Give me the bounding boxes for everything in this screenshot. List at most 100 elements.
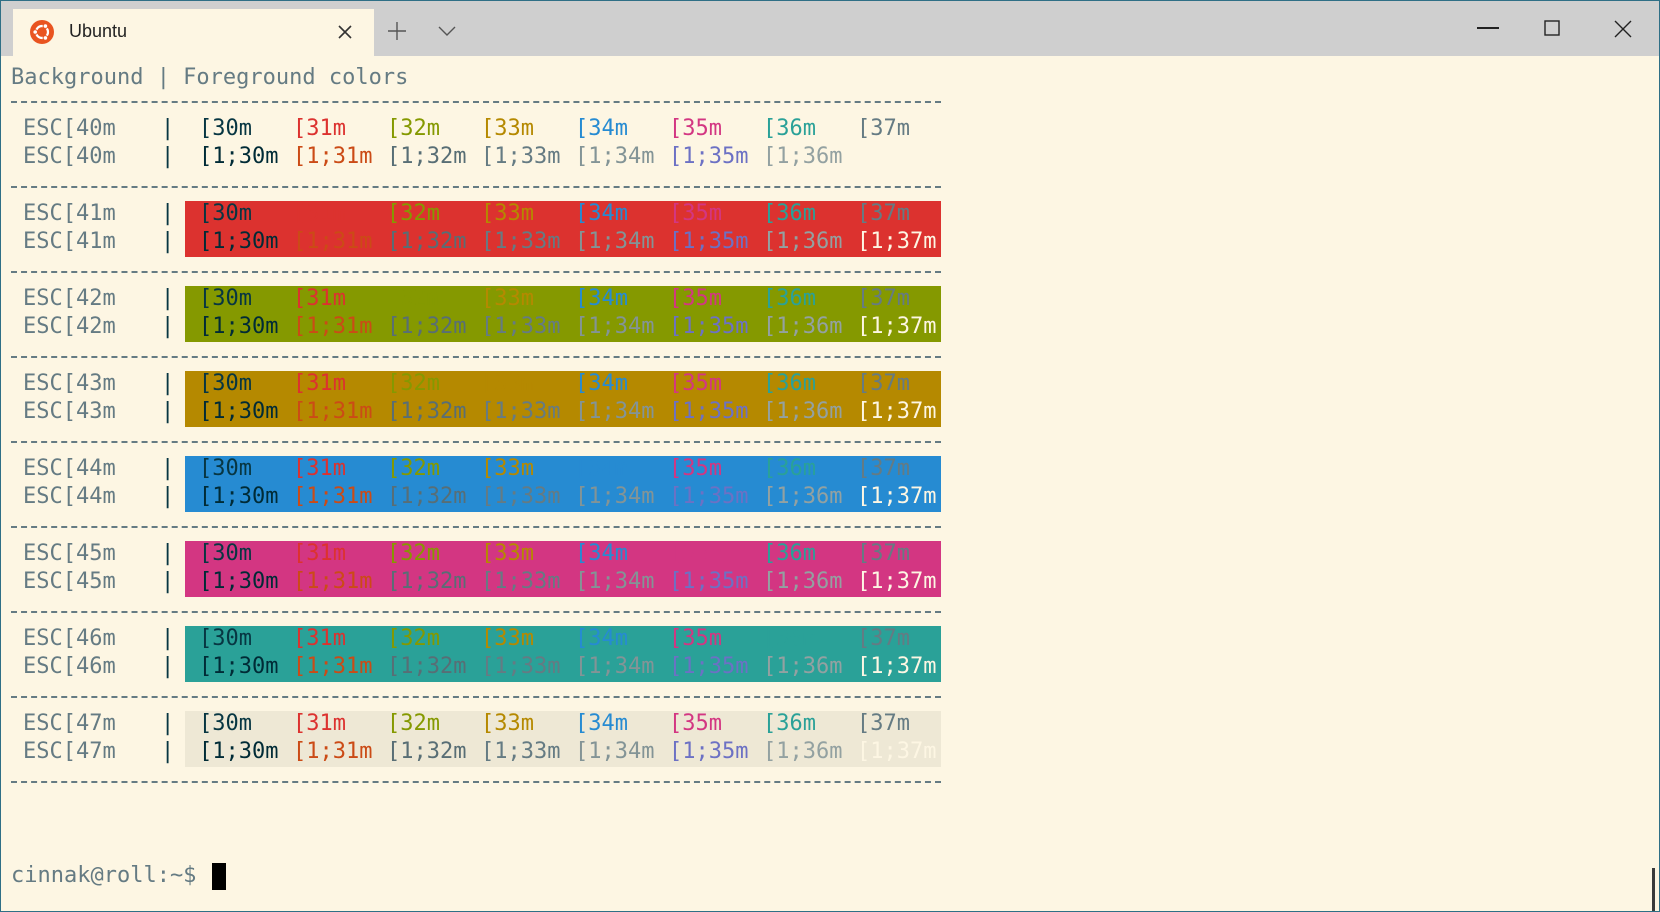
- separator-line: [11, 441, 941, 443]
- color-sample: [35m: [669, 626, 722, 651]
- color-sample: [1;30m: [199, 484, 279, 509]
- color-sample: [33m: [481, 626, 534, 651]
- color-sample: [37m: [857, 626, 910, 651]
- color-sample: [1;31m: [293, 399, 373, 424]
- color-sample: [1;30m: [199, 314, 279, 339]
- color-sample: [1;31m: [293, 229, 373, 254]
- scrollbar[interactable]: [1652, 868, 1655, 911]
- color-sample: [30m: [199, 286, 252, 311]
- color-sample: [1;33m: [481, 144, 561, 169]
- color-sample: [30m: [199, 711, 252, 736]
- color-sample: [1;36m: [763, 399, 843, 424]
- color-sample: [1;36m: [763, 484, 843, 509]
- text-cursor: [212, 863, 226, 890]
- color-sample: [34m: [575, 286, 628, 311]
- color-sample: [1;31m: [293, 144, 373, 169]
- maximize-icon[interactable]: [1544, 20, 1560, 36]
- color-sample: [37m: [857, 541, 910, 566]
- row-label: ESC[46m: [23, 654, 116, 679]
- color-sample: [32m: [387, 286, 440, 311]
- color-sample: [31m: [293, 456, 346, 481]
- color-sample: [1;35m: [669, 229, 749, 254]
- minimize-icon[interactable]: [1477, 27, 1499, 29]
- color-sample: [36m: [763, 711, 816, 736]
- color-sample: [1;36m: [763, 229, 843, 254]
- color-sample: [1;35m: [669, 144, 749, 169]
- color-sample: [33m: [481, 201, 534, 226]
- color-sample: [1;34m: [575, 654, 655, 679]
- row-label: ESC[47m: [23, 739, 116, 764]
- close-window-icon[interactable]: [1614, 20, 1632, 38]
- close-icon[interactable]: [336, 23, 354, 41]
- color-sample: [1;37m: [857, 314, 937, 339]
- color-sample: [33m: [481, 711, 534, 736]
- color-sample: [32m: [387, 541, 440, 566]
- color-sample: [33m: [481, 371, 534, 396]
- chevron-down-icon[interactable]: [438, 25, 456, 37]
- color-sample: [1;35m: [669, 739, 749, 764]
- tab-title: Ubuntu: [69, 21, 128, 41]
- color-sample: [34m: [575, 456, 628, 481]
- color-sample: [30m: [199, 626, 252, 651]
- color-sample: [33m: [481, 456, 534, 481]
- color-sample: [36m: [763, 201, 816, 226]
- color-sample: [1;33m: [481, 229, 561, 254]
- color-sample: [35m: [669, 456, 722, 481]
- row-label: ESC[46m: [23, 626, 116, 651]
- color-sample: [1;36m: [763, 314, 843, 339]
- separator-line: [11, 611, 941, 613]
- separator-line: [11, 781, 941, 783]
- color-sample: [1;37m: [857, 739, 937, 764]
- color-sample: [36m: [763, 541, 816, 566]
- color-sample: [1;33m: [481, 739, 561, 764]
- color-sample: [1;36m: [763, 739, 843, 764]
- color-sample: [34m: [575, 541, 628, 566]
- color-sample: [30m: [199, 371, 252, 396]
- color-sample: [1;35m: [669, 399, 749, 424]
- color-sample: [36m: [763, 116, 816, 141]
- color-sample: [30m: [199, 541, 252, 566]
- color-sample: [36m: [763, 286, 816, 311]
- terminal-window: Ubuntu Background | Foreground colors ci…: [0, 0, 1660, 912]
- color-sample: [31m: [293, 371, 346, 396]
- color-sample: [1;34m: [575, 399, 655, 424]
- color-sample: [35m: [669, 711, 722, 736]
- color-sample: [35m: [669, 541, 722, 566]
- color-sample: [30m: [199, 116, 252, 141]
- color-sample: [30m: [199, 456, 252, 481]
- row-label: ESC[40m: [23, 144, 116, 169]
- color-sample: [1;37m: [857, 569, 937, 594]
- color-sample: [36m: [763, 626, 816, 651]
- column-separator: |: [161, 484, 175, 509]
- column-separator: |: [161, 654, 175, 679]
- table-header: Background | Foreground colors: [11, 65, 409, 90]
- column-separator: |: [161, 456, 175, 481]
- color-sample: [1;31m: [293, 739, 373, 764]
- plus-icon[interactable]: [387, 21, 407, 41]
- color-sample: [1;31m: [293, 484, 373, 509]
- color-sample: [1;37m: [857, 654, 937, 679]
- color-sample: [31m: [293, 626, 346, 651]
- color-sample: [31m: [293, 286, 346, 311]
- color-sample: [1;33m: [481, 484, 561, 509]
- tab-ubuntu[interactable]: Ubuntu: [13, 9, 374, 56]
- color-sample: [31m: [293, 116, 346, 141]
- color-sample: [35m: [669, 116, 722, 141]
- column-separator: |: [161, 711, 175, 736]
- color-sample: [1;32m: [387, 144, 467, 169]
- color-sample: [1;31m: [293, 314, 373, 339]
- color-sample: [33m: [481, 541, 534, 566]
- color-sample: [1;34m: [575, 314, 655, 339]
- separator-line: [11, 271, 941, 273]
- color-sample: [1;32m: [387, 314, 467, 339]
- column-separator: |: [161, 144, 175, 169]
- color-sample: [1;34m: [575, 569, 655, 594]
- column-separator: |: [161, 229, 175, 254]
- terminal-content[interactable]: Background | Foreground colors cinnak@ro…: [1, 56, 1659, 911]
- column-separator: |: [161, 541, 175, 566]
- color-sample: [37m: [857, 711, 910, 736]
- separator-line: [11, 101, 941, 103]
- row-label: ESC[42m: [23, 314, 116, 339]
- color-sample: [1;32m: [387, 399, 467, 424]
- color-sample: [1;32m: [387, 739, 467, 764]
